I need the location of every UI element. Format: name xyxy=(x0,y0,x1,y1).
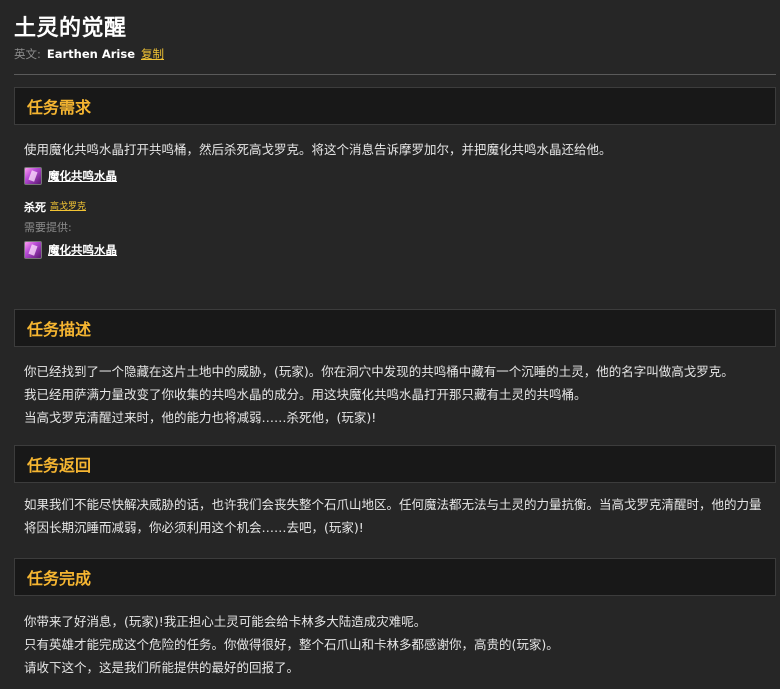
description-section: 任务描述 你已经找到了一个隐藏在这片土地中的威胁，(玩家)。你在洞穴中发现的共鸣… xyxy=(14,309,780,445)
description-line: 当高戈罗克清醒过来时，他的能力也将减弱……杀死他，(玩家)! xyxy=(24,410,377,425)
description-heading: 任务描述 xyxy=(14,309,776,347)
kill-row: 杀死 高戈罗克 xyxy=(24,195,766,219)
kill-label: 杀死 xyxy=(24,200,46,214)
kill-target-link[interactable]: 高戈罗克 xyxy=(50,196,86,219)
completion-line: 请收下这个，这是我们所能提供的最好的回报了。 xyxy=(24,660,300,675)
objectives-section: 任务需求 使用魔化共鸣水晶打开共鸣桶，然后杀死高戈罗克。将这个消息告诉摩罗加尔，… xyxy=(14,87,780,297)
copy-link[interactable]: 复制 xyxy=(141,46,164,62)
crystal-icon xyxy=(24,241,42,259)
description-body: 你已经找到了一个隐藏在这片土地中的威胁，(玩家)。你在洞穴中发现的共鸣桶中藏有一… xyxy=(14,347,776,445)
progress-body: 如果我们不能尽快解决威胁的话，也许我们会丧失整个石爪山地区。任何魔法都无法与土灵… xyxy=(14,483,776,558)
description-line: 我已经用萨满力量改变了你收集的共鸣水晶的成分。用这块魔化共鸣水晶打开那只藏有土灵… xyxy=(24,387,587,402)
page-title: 土灵的觉醒 xyxy=(14,16,127,41)
objectives-body: 使用魔化共鸣水晶打开共鸣桶，然后杀死高戈罗克。将这个消息告诉摩罗加尔，并把魔化共… xyxy=(14,125,776,297)
english-name: Earthen Arise xyxy=(46,47,135,61)
english-label: 英文: xyxy=(14,47,41,61)
title-divider xyxy=(14,74,776,75)
completion-body: 你带来了好消息，(玩家)!我正担心土灵可能会给卡林多大陆造成灾难呢。 只有英雄才… xyxy=(14,596,776,679)
completion-section: 任务完成 你带来了好消息，(玩家)!我正担心土灵可能会给卡林多大陆造成灾难呢。 … xyxy=(14,558,780,679)
progress-heading: 任务返回 xyxy=(14,445,776,483)
provided-item-link[interactable]: 魔化共鸣水晶 xyxy=(48,239,117,262)
progress-section: 任务返回 如果我们不能尽快解决威胁的话，也许我们会丧失整个石爪山地区。任何魔法都… xyxy=(14,445,780,558)
required-item-link[interactable]: 魔化共鸣水晶 xyxy=(48,165,117,188)
provided-label: 需要提供: xyxy=(24,221,72,234)
english-name-row: 英文: Earthen Arise 复制 xyxy=(14,44,780,64)
completion-line: 你带来了好消息，(玩家)!我正担心土灵可能会给卡林多大陆造成灾难呢。 xyxy=(24,614,427,629)
description-line: 你已经找到了一个隐藏在这片土地中的威胁，(玩家)。你在洞穴中发现的共鸣桶中藏有一… xyxy=(24,364,734,379)
progress-text: 如果我们不能尽快解决威胁的话，也许我们会丧失整个石爪山地区。任何魔法都无法与土灵… xyxy=(24,497,762,535)
completion-line: 只有英雄才能完成这个危险的任务。你做得很好，整个石爪山和卡林多都感谢你，高贵的(… xyxy=(24,637,559,652)
completion-heading: 任务完成 xyxy=(14,558,776,596)
crystal-icon xyxy=(24,167,42,185)
objectives-text: 使用魔化共鸣水晶打开共鸣桶，然后杀死高戈罗克。将这个消息告诉摩罗加尔，并把魔化共… xyxy=(24,142,612,157)
objectives-heading: 任务需求 xyxy=(14,87,776,125)
required-item[interactable]: 魔化共鸣水晶 xyxy=(24,163,766,189)
provided-item[interactable]: 魔化共鸣水晶 xyxy=(24,237,766,263)
quest-page: 土灵的觉醒 英文: Earthen Arise 复制 任务需求 使用魔化共鸣水晶… xyxy=(0,0,780,679)
